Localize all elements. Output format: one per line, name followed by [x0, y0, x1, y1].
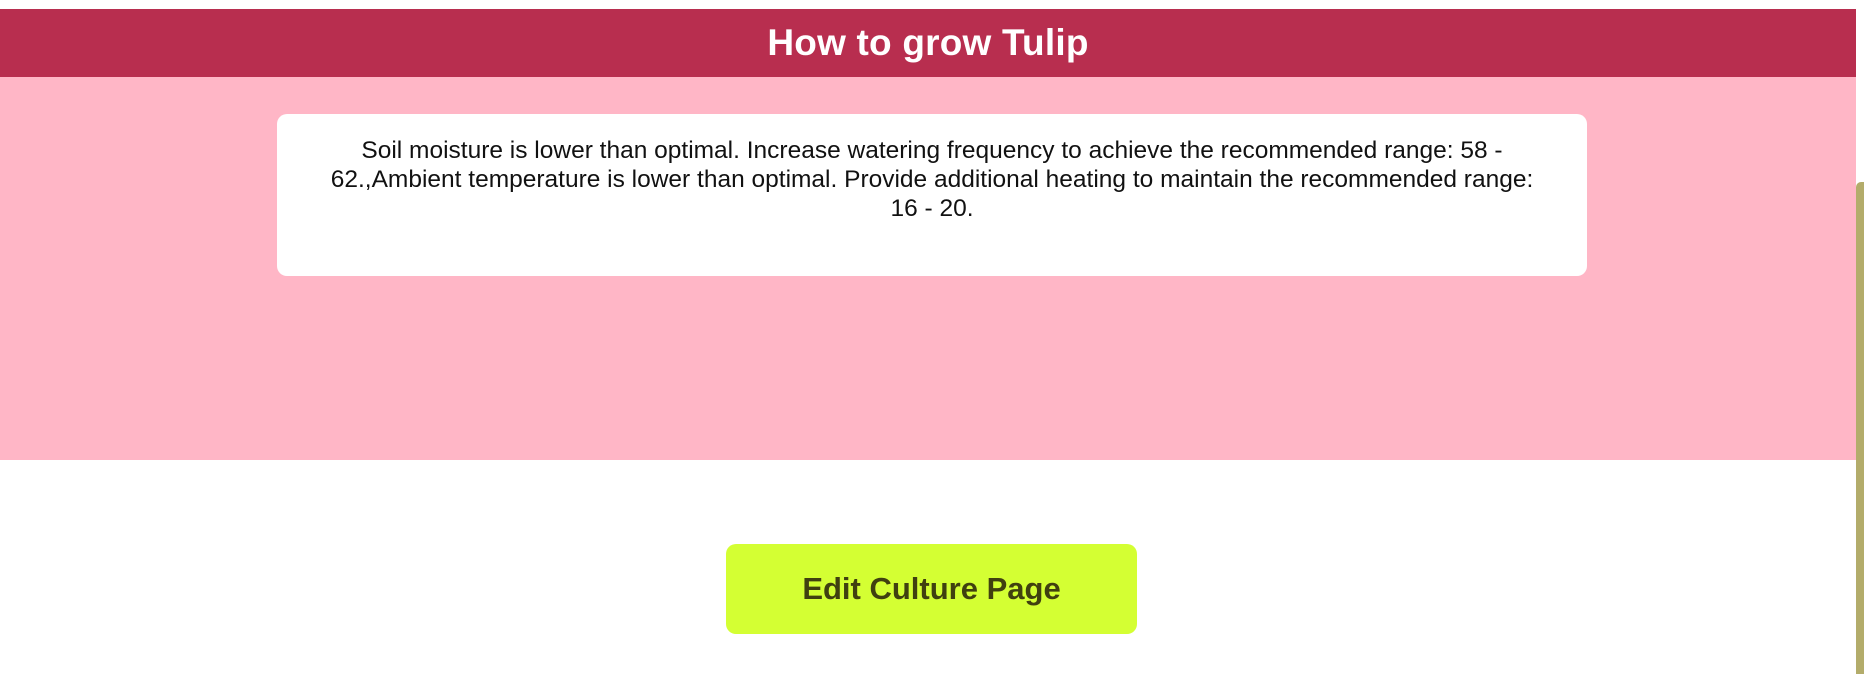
care-advice-section: Soil moisture is lower than optimal. Inc… [0, 77, 1856, 460]
advice-text: Soil moisture is lower than optimal. Inc… [330, 137, 1534, 223]
page: How to grow Tulip Soil moisture is lower… [0, 0, 1866, 674]
scrollbar-thumb[interactable] [1856, 182, 1864, 674]
edit-culture-page-button[interactable]: Edit Culture Page [726, 544, 1137, 634]
advice-card: Soil moisture is lower than optimal. Inc… [277, 114, 1587, 276]
page-title: How to grow Tulip [767, 22, 1089, 63]
page-header: How to grow Tulip [0, 9, 1856, 77]
